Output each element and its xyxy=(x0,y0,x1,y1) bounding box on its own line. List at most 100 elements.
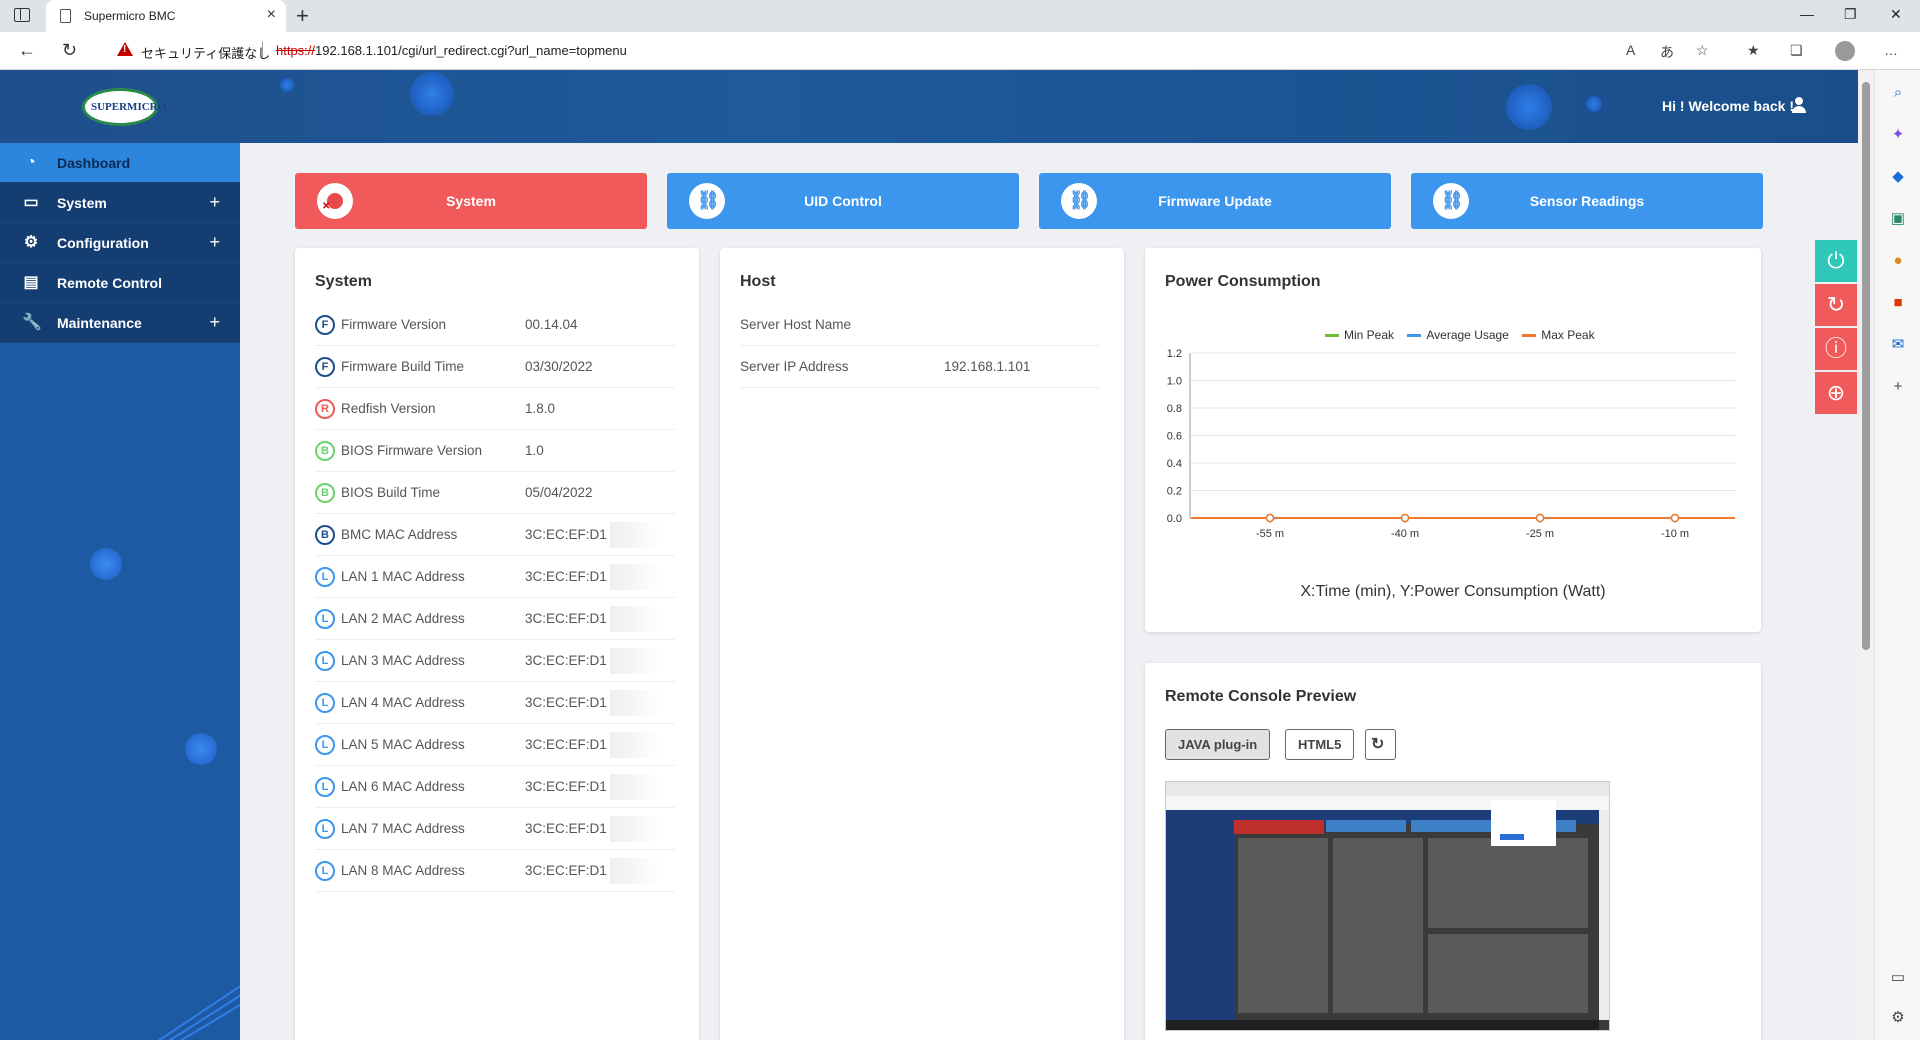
browser-tab[interactable]: Supermicro BMC × xyxy=(46,0,286,32)
row-value: 3C:EC:EF:D1 xyxy=(525,737,607,752)
sidebar-item-system[interactable]: ▭ System + xyxy=(0,183,240,223)
split-screen-icon[interactable]: ▭ xyxy=(1890,970,1906,986)
outlook-icon[interactable]: ✉ xyxy=(1890,337,1906,353)
read-aloud-icon[interactable]: A xyxy=(1626,42,1635,58)
tools-icon[interactable]: ▣ xyxy=(1890,211,1906,227)
system-info-row: B BIOS Build Time 05/04/2022 xyxy=(315,472,675,514)
favorite-add-icon[interactable]: ☆ xyxy=(1696,42,1709,59)
quick-button-system[interactable]: ✕ System xyxy=(295,173,647,229)
translate-icon[interactable]: あ xyxy=(1660,42,1674,62)
y-tick-label: 1.0 xyxy=(1167,376,1182,388)
sidebar-item-configuration[interactable]: ⚙ Configuration + xyxy=(0,223,240,263)
reload-icon[interactable]: ↻ xyxy=(62,40,77,61)
sidebar-item-dashboard[interactable]: ◔ Dashboard xyxy=(0,143,240,183)
security-label[interactable]: セキュリティ保護なし xyxy=(141,43,270,62)
expand-icon[interactable]: + xyxy=(209,192,220,213)
more-menu-icon[interactable]: … xyxy=(1884,42,1898,58)
quick-button-uid-control[interactable]: ⛓ UID Control xyxy=(667,173,1019,229)
tab-close-icon[interactable]: × xyxy=(267,6,276,24)
shopping-icon[interactable]: ◆ xyxy=(1890,169,1906,185)
host-value: 192.168.1.101 xyxy=(944,359,1031,374)
scrollbar-thumb[interactable] xyxy=(1862,82,1870,650)
globe-icon[interactable]: ⊕ xyxy=(1815,372,1857,414)
y-tick-label: 0.8 xyxy=(1167,403,1182,415)
refresh-preview-icon[interactable]: ↻ xyxy=(1365,729,1396,760)
legend-swatch xyxy=(1522,334,1537,338)
row-badge-icon: L xyxy=(315,819,335,839)
row-key: BIOS Build Time xyxy=(341,485,441,500)
row-key: LAN 2 MAC Address xyxy=(341,611,465,626)
host-key: Server Host Name xyxy=(740,317,852,332)
sidebar-item-label: Remote Control xyxy=(57,275,162,291)
row-key: LAN 7 MAC Address xyxy=(341,821,465,836)
close-window-icon[interactable]: ✕ xyxy=(1890,6,1902,23)
power-icon[interactable]: ⏻ xyxy=(1815,240,1857,282)
warning-icon[interactable] xyxy=(117,42,133,56)
expand-icon[interactable]: + xyxy=(209,312,220,333)
card-title: System xyxy=(315,273,372,290)
y-tick-label: 0.0 xyxy=(1167,513,1182,525)
host-key: Server IP Address xyxy=(740,359,849,374)
url-scheme: https:// xyxy=(276,43,316,58)
sidebar-item-maintenance[interactable]: 🔧 Maintenance + xyxy=(0,303,240,343)
legend-label: Average Usage xyxy=(1426,328,1509,342)
decor-bubble xyxy=(1506,84,1552,130)
quick-button-label: System xyxy=(446,193,496,209)
y-tick-label: 0.6 xyxy=(1167,431,1182,443)
row-badge-icon: B xyxy=(315,483,335,503)
monitor-icon: ▭ xyxy=(23,194,39,211)
settings-icon[interactable]: ⚙ xyxy=(1890,1010,1906,1026)
office-icon[interactable]: ■ xyxy=(1890,295,1906,311)
window-menu-icon[interactable] xyxy=(14,8,30,22)
user-icon[interactable] xyxy=(1792,97,1806,113)
redacted-value xyxy=(610,648,660,674)
new-tab-icon[interactable]: + xyxy=(296,3,309,29)
y-tick-label: 0.4 xyxy=(1167,458,1182,470)
restore-icon[interactable]: ❐ xyxy=(1844,6,1857,23)
expand-icon[interactable]: + xyxy=(209,232,220,253)
back-icon[interactable]: ← xyxy=(18,40,36,61)
row-badge-icon: B xyxy=(315,441,335,461)
wrench-icon: 🔧 xyxy=(22,314,42,331)
console-preview-image[interactable] xyxy=(1165,781,1610,1031)
power-chart: 1.2 1.0 0.8 0.6 0.4 0.2 0.0 -55 m -40 m -25 m -10 … xyxy=(1167,348,1735,540)
sidebar-item-label: Dashboard xyxy=(57,155,131,171)
quick-button-sensor-readings[interactable]: ⛓ Sensor Readings xyxy=(1411,173,1763,229)
games-icon[interactable]: ● xyxy=(1890,253,1906,269)
search-icon[interactable]: ⌕ xyxy=(1890,85,1906,101)
data-point xyxy=(1400,513,1410,523)
profile-avatar[interactable] xyxy=(1835,41,1855,61)
row-badge-icon: L xyxy=(315,693,335,713)
copilot-icon[interactable]: ✦ xyxy=(1890,127,1906,143)
row-badge-icon: R xyxy=(315,399,335,419)
decor-bubble xyxy=(410,72,454,116)
x-tick-label: -40 m xyxy=(1391,528,1419,540)
supermicro-logo[interactable]: SUPERMICRO xyxy=(82,88,166,126)
collections-icon[interactable]: ❏ xyxy=(1790,42,1803,59)
info-icon[interactable]: ⓘ xyxy=(1815,328,1857,370)
sidebar-item-label: Maintenance xyxy=(57,315,142,331)
refresh-icon[interactable]: ↻ xyxy=(1815,284,1857,326)
row-badge-icon: L xyxy=(315,567,335,587)
decor-bubble xyxy=(1586,96,1602,112)
sidebar-item-remote-control[interactable]: ▤ Remote Control xyxy=(0,263,240,303)
add-icon[interactable]: + xyxy=(1890,379,1906,395)
html5-button[interactable]: HTML5 xyxy=(1285,729,1355,760)
java-plugin-button[interactable]: JAVA plug-in xyxy=(1165,729,1271,760)
system-info-row: L LAN 2 MAC Address 3C:EC:EF:D1 xyxy=(315,598,675,640)
legend-label: Max Peak xyxy=(1541,328,1595,342)
row-badge-icon: L xyxy=(315,735,335,755)
remote-console-card: Remote Console Preview JAVA plug-in HTML… xyxy=(1145,663,1761,1040)
row-badge-icon: L xyxy=(315,651,335,671)
chart-legend: Min Peak Average Usage Max Peak xyxy=(1315,328,1595,342)
row-badge-icon: L xyxy=(315,861,335,881)
minimize-icon[interactable]: — xyxy=(1800,6,1814,22)
quick-button-firmware-update[interactable]: ⛓ Firmware Update xyxy=(1039,173,1391,229)
page-scrollbar[interactable] xyxy=(1858,70,1874,1040)
url-field[interactable]: https://192.168.1.101/cgi/url_redirect.c… xyxy=(276,43,627,58)
browser-tab-bar: Supermicro BMC × + — ❐ ✕ xyxy=(0,0,1920,32)
row-key: Redfish Version xyxy=(341,401,436,416)
row-value: 3C:EC:EF:D1 xyxy=(525,863,607,878)
row-value: 00.14.04 xyxy=(525,317,578,332)
favorites-icon[interactable]: ★ xyxy=(1747,42,1760,59)
